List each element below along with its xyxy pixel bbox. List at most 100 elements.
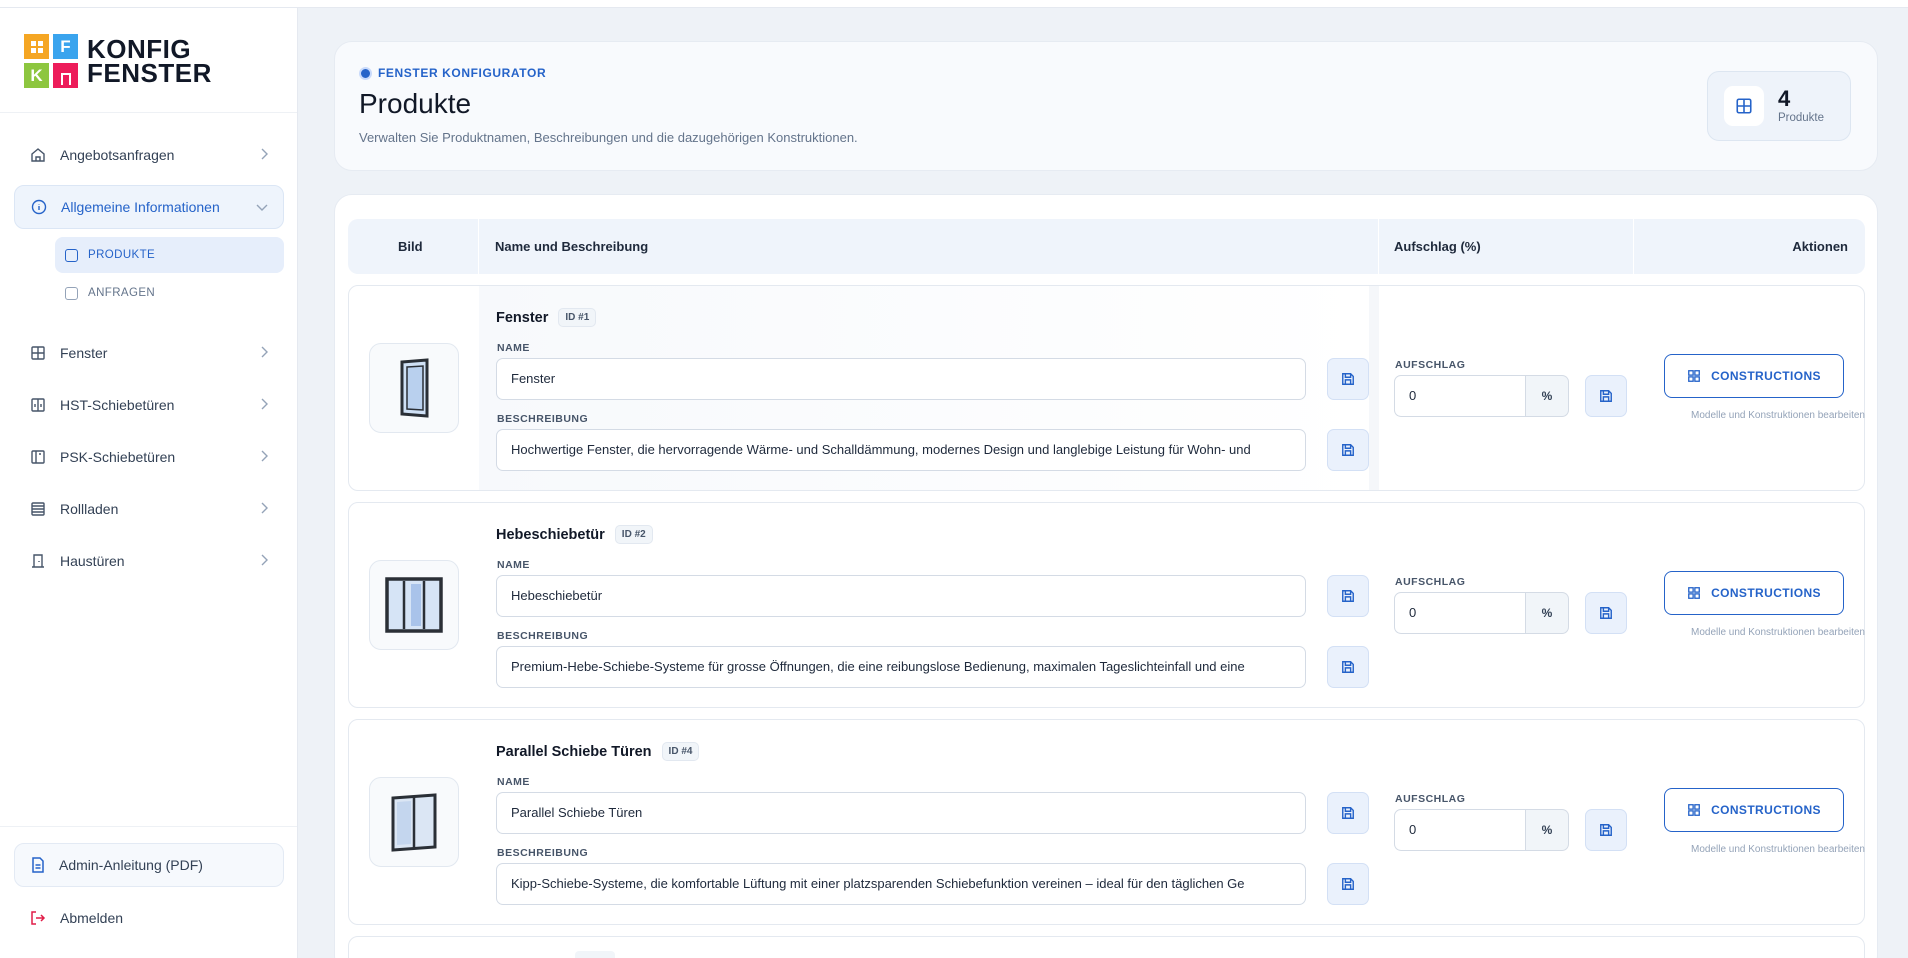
sidebar-item-fenster[interactable]: Fenster: [14, 331, 284, 375]
name-field-label: NAME: [497, 776, 530, 788]
save-icon: [1600, 824, 1612, 836]
grid-icon: [1688, 370, 1700, 382]
page-subtitle: Verwalten Sie Produktnamen, Beschreibung…: [359, 130, 858, 145]
product-id-badge: ID #1: [558, 308, 597, 327]
sidebar-item-hst-schiebetueren[interactable]: HST-Schiebetüren: [14, 383, 284, 427]
admin-guide-pdf-button[interactable]: Admin-Anleitung (PDF): [14, 843, 284, 887]
sidebar-item-haustueren[interactable]: Haustüren: [14, 539, 284, 583]
chevron-down-icon: [255, 200, 269, 216]
sidebar-subitem-produkte[interactable]: PRODUKTE: [55, 237, 284, 273]
sidebar-item-rollladen[interactable]: Rollladen: [14, 487, 284, 531]
save-icon: [1342, 444, 1354, 456]
constructions-button-label: CONSTRUCTIONS: [1711, 586, 1821, 600]
product-image: [369, 343, 459, 433]
product-title-text: Fenster: [496, 309, 549, 326]
constructions-button-label: CONSTRUCTIONS: [1711, 803, 1821, 817]
column-header-aktionen: Aktionen: [1792, 239, 1848, 254]
constructions-button[interactable]: CONSTRUCTIONS: [1664, 788, 1844, 832]
sidebar-item-label: Allgemeine Informationen: [61, 199, 220, 215]
sidebar-item-psk-schiebetueren[interactable]: PSK-Schiebetüren: [14, 435, 284, 479]
logout-button[interactable]: Abmelden: [14, 896, 284, 940]
top-bar: [0, 0, 1908, 8]
markup-input[interactable]: 0: [1394, 809, 1526, 851]
table-row: Fenster ID #1 NAME Fenster BESCHREIBUNG …: [348, 285, 1865, 491]
sidebar-item-label: Rollladen: [60, 501, 119, 517]
save-markup-button[interactable]: [1585, 375, 1627, 417]
logo-door-tile: [53, 63, 78, 88]
sidebar-item-label: PSK-Schiebetüren: [60, 449, 176, 465]
sidebar-item-angebotsanfragen[interactable]: Angebotsanfragen: [14, 133, 284, 177]
markup-input[interactable]: 0: [1394, 592, 1526, 634]
save-name-button[interactable]: [1327, 792, 1369, 834]
table-row: [348, 936, 1865, 958]
product-name-input[interactable]: Hebeschiebetür: [496, 575, 1306, 617]
product-id-badge: [575, 951, 615, 958]
product-description-input[interactable]: Premium-Hebe-Schiebe-Systeme für grosse …: [496, 646, 1306, 688]
chevron-right-icon: [258, 147, 270, 164]
sidebar-subitem-label: PRODUKTE: [88, 249, 156, 261]
grid-icon: [1688, 804, 1700, 816]
product-image: [369, 560, 459, 650]
chevron-right-icon: [258, 449, 270, 466]
sidebar-footer-divider: [0, 826, 297, 827]
constructions-button-label: CONSTRUCTIONS: [1711, 369, 1821, 383]
save-markup-button[interactable]: [1585, 809, 1627, 851]
save-name-button[interactable]: [1327, 575, 1369, 617]
product-name-input[interactable]: Fenster: [496, 358, 1306, 400]
sidebar-item-label: Fenster: [60, 345, 108, 361]
shutter-icon: [30, 501, 46, 517]
description-field-label: BESCHREIBUNG: [497, 847, 589, 859]
page-eyebrow-text: FENSTER KONFIGURATOR: [378, 66, 547, 80]
markup-field-label: AUFSCHLAG: [1395, 793, 1466, 805]
door-icon: [30, 553, 46, 569]
products-table: Bild Name und Beschreibung Aufschlag (%)…: [334, 194, 1878, 958]
constructions-hint: Modelle und Konstruktionen bearbeiten: [1690, 410, 1865, 421]
sliding-door-icon: [30, 397, 46, 413]
save-name-button[interactable]: [1327, 358, 1369, 400]
product-id-badge: ID #2: [614, 525, 653, 544]
product-title: Fenster ID #1: [496, 308, 597, 327]
product-title-text: Parallel Schiebe Türen: [496, 743, 652, 760]
save-markup-button[interactable]: [1585, 592, 1627, 634]
product-description-input[interactable]: Kipp-Schiebe-Systeme, die komfortable Lü…: [496, 863, 1306, 905]
page-header: FENSTER KONFIGURATOR Produkte Verwalten …: [334, 41, 1878, 171]
percent-suffix: %: [1526, 592, 1569, 634]
table-row: Hebeschiebetür ID #2 NAME Hebeschiebetür…: [348, 502, 1865, 708]
column-header-aufschlag: Aufschlag (%): [1394, 239, 1481, 254]
save-description-button[interactable]: [1327, 863, 1369, 905]
table-row: Parallel Schiebe Türen ID #4 NAME Parall…: [348, 719, 1865, 925]
product-count-label: Produkte: [1778, 112, 1825, 124]
markup-field-label: AUFSCHLAG: [1395, 576, 1466, 588]
logout-label: Abmelden: [60, 910, 124, 926]
percent-suffix: %: [1526, 375, 1569, 417]
document-icon: [31, 857, 45, 873]
column-divider: [1378, 219, 1379, 274]
logo-k-tile: K: [24, 63, 49, 88]
constructions-button[interactable]: CONSTRUCTIONS: [1664, 571, 1844, 615]
product-image: [369, 777, 459, 867]
markup-field-label: AUFSCHLAG: [1395, 359, 1466, 371]
admin-guide-pdf-label: Admin-Anleitung (PDF): [59, 857, 203, 873]
product-name-input[interactable]: Parallel Schiebe Türen: [496, 792, 1306, 834]
product-description-input[interactable]: Hochwertige Fenster, die hervorragende W…: [496, 429, 1306, 471]
constructions-hint: Modelle und Konstruktionen bearbeiten: [1690, 627, 1865, 638]
column-header-bild: Bild: [398, 239, 423, 254]
save-icon: [1342, 373, 1354, 385]
save-description-button[interactable]: [1327, 429, 1369, 471]
sidebar-subitem-anfragen[interactable]: ANFRAGEN: [55, 275, 284, 311]
name-field-label: NAME: [497, 342, 530, 354]
save-description-button[interactable]: [1327, 646, 1369, 688]
parallel-door-product-icon: [391, 793, 437, 852]
save-icon: [1342, 661, 1354, 673]
brand-logo[interactable]: F K KONFIG FENSTER: [24, 34, 212, 88]
product-title: Parallel Schiebe Türen ID #4: [496, 742, 700, 761]
window-icon: [30, 345, 46, 361]
page-icon: [65, 248, 78, 262]
info-icon: [31, 199, 47, 215]
chevron-right-icon: [258, 553, 270, 570]
markup-input[interactable]: 0: [1394, 375, 1526, 417]
product-count: 4: [1778, 86, 1791, 111]
constructions-button[interactable]: CONSTRUCTIONS: [1664, 354, 1844, 398]
sidebar-item-allgemeine-informationen[interactable]: Allgemeine Informationen: [14, 185, 284, 229]
brand-name: KONFIG FENSTER: [87, 36, 212, 86]
